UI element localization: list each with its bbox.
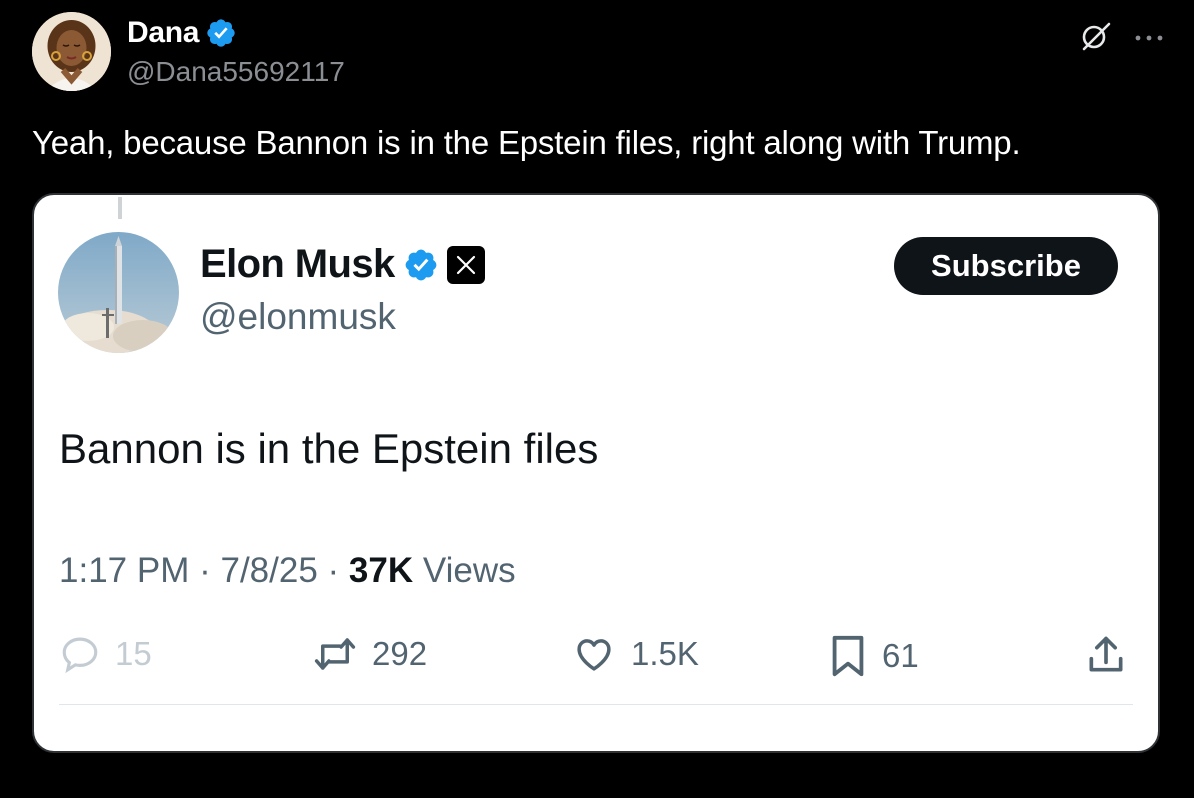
quoted-post-card[interactable]: Elon Musk @elonmusk Subscribe Bannon is … (32, 193, 1160, 753)
reply-button[interactable]: 15 (59, 633, 152, 675)
repost-count: 292 (372, 635, 428, 672)
quoted-author-avatar[interactable] (58, 232, 179, 353)
like-count: 1.5K (631, 635, 699, 672)
bookmark-count: 61 (882, 637, 919, 674)
share-button[interactable] (1084, 633, 1128, 677)
separator: · (327, 551, 340, 590)
post-time[interactable]: 1:17 PM (59, 551, 189, 590)
author-avatar[interactable] (32, 12, 111, 91)
action-bar: 15 292 1.5K 61 (34, 633, 1158, 683)
repost-button[interactable]: 292 (312, 633, 427, 675)
subscribe-button[interactable]: Subscribe (894, 237, 1118, 295)
reply-count: 15 (115, 635, 152, 672)
thread-connector (118, 197, 122, 219)
quoted-author-name[interactable]: Elon Musk (200, 242, 485, 287)
views-count: 37K (348, 551, 414, 590)
heart-icon (577, 639, 611, 671)
quoted-author-handle[interactable]: @elonmusk (200, 296, 396, 338)
reply-icon (62, 637, 98, 674)
repost-icon (314, 638, 356, 670)
verified-badge-icon (207, 19, 235, 47)
quoted-author-name-text[interactable]: Elon Musk (200, 242, 395, 287)
share-icon (1089, 636, 1123, 672)
post-text: Yeah, because Bannon is in the Epstein f… (32, 124, 1021, 161)
post-metadata: 1:17 PM · 7/8/25 · 37K Views (59, 551, 516, 591)
separator: · (199, 551, 211, 590)
author-name[interactable]: Dana (127, 16, 237, 50)
author-name-text[interactable]: Dana (127, 16, 199, 50)
more-icon[interactable] (1134, 30, 1164, 48)
bookmark-button[interactable]: 61 (828, 633, 919, 679)
verified-badge-icon (405, 249, 436, 280)
divider (59, 704, 1133, 705)
author-handle[interactable]: @Dana55692117 (127, 56, 345, 88)
post-date[interactable]: 7/8/25 (220, 551, 317, 590)
like-button[interactable]: 1.5K (571, 633, 699, 675)
x-affiliate-badge-icon (446, 245, 485, 284)
grok-icon[interactable] (1078, 18, 1114, 59)
bookmark-icon (832, 635, 864, 677)
views-label: Views (422, 551, 516, 590)
quoted-post-text: Bannon is in the Epstein files (59, 425, 599, 472)
